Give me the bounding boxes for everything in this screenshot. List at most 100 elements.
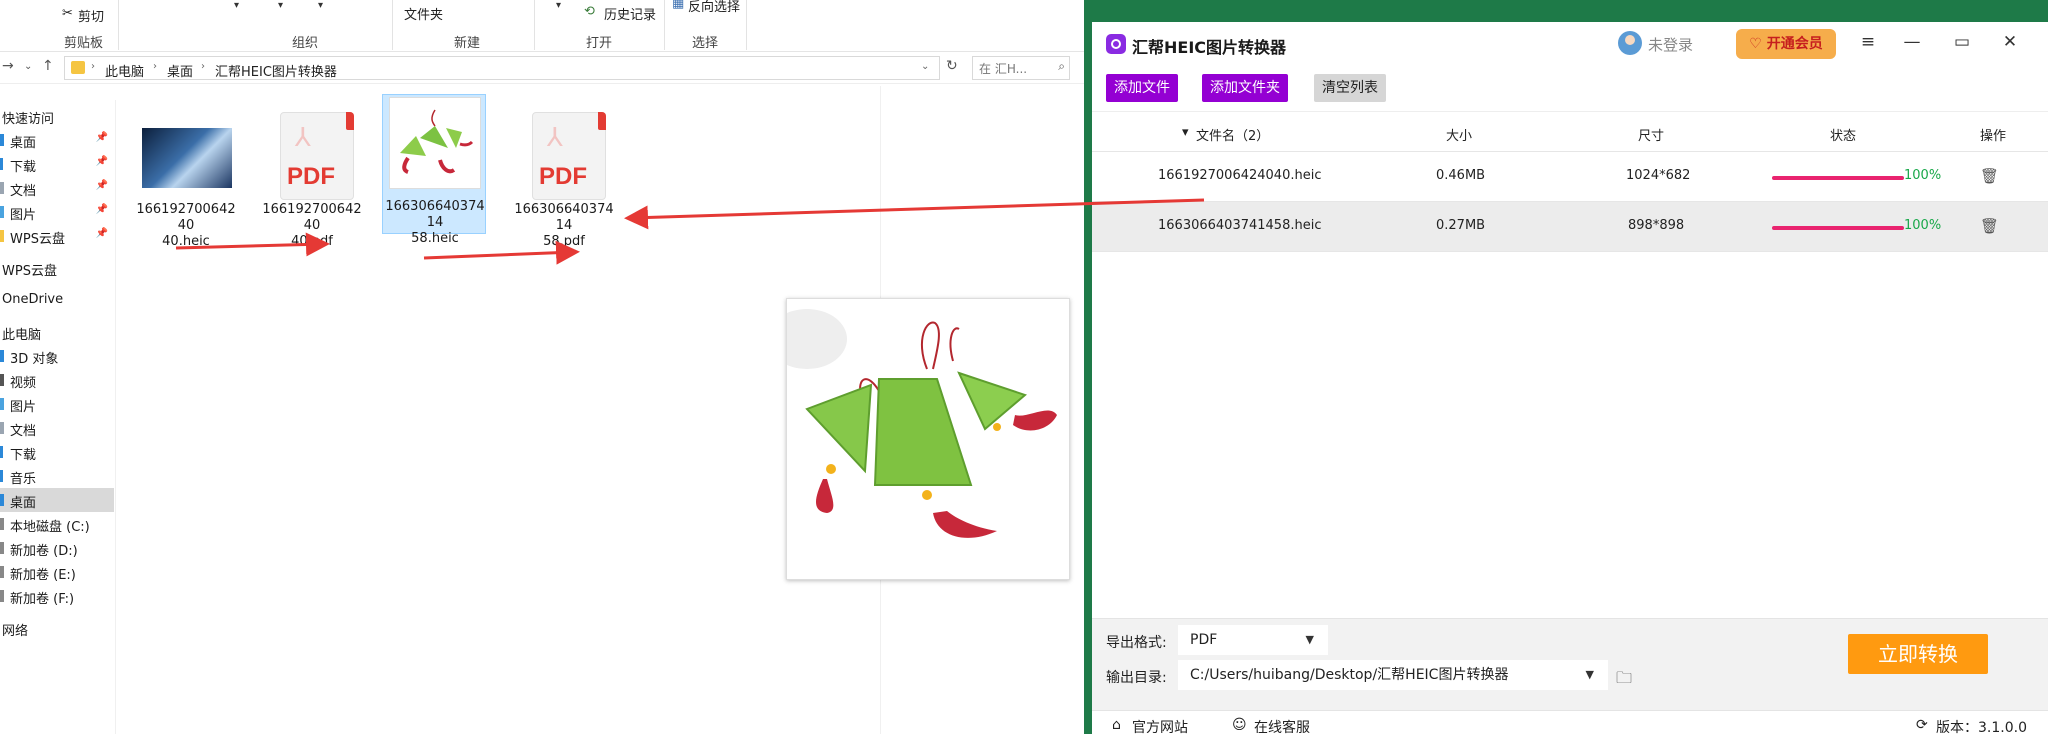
pin-icon[interactable]: 📌 — [96, 180, 108, 191]
forward-arrow-icon[interactable]: → — [2, 58, 14, 74]
nav-item-documents-pc[interactable]: 文档 — [0, 416, 114, 440]
clear-list-button[interactable]: 清空列表 — [1314, 74, 1386, 102]
nav-item-documents[interactable]: 文档 📌 — [0, 176, 114, 200]
chevron-down-icon[interactable]: ▾ — [234, 0, 239, 11]
table-row[interactable]: 1663066403741458.heic 0.27MB 898*898 100… — [1092, 202, 2048, 252]
chevron-right-icon[interactable]: › — [91, 61, 95, 72]
nav-item-desktop-pc[interactable]: 桌面 — [0, 488, 114, 512]
nav-item-drive-c[interactable]: 本地磁盘 (C:) — [0, 512, 114, 536]
maximize-icon[interactable]: ▭ — [1950, 32, 1974, 52]
ribbon-divider — [534, 0, 535, 50]
refresh-icon[interactable]: ↻ — [946, 58, 958, 74]
breadcrumb-folder[interactable]: 汇帮HEIC图片转换器 — [215, 61, 337, 80]
nav-label: 下载 — [10, 448, 37, 463]
sort-icon[interactable]: ▾ — [1182, 125, 1189, 140]
close-icon[interactable]: ✕ — [1998, 32, 2022, 52]
invert-select-button[interactable]: 反向选择 — [688, 0, 740, 15]
user-avatar-icon[interactable] — [1618, 31, 1642, 55]
new-folder-button[interactable]: 文件夹 — [404, 4, 443, 23]
vip-button[interactable]: ♡ 开通会员 — [1736, 29, 1836, 59]
progress-bar — [1772, 176, 1904, 180]
nav-item-pictures-pc[interactable]: 图片 — [0, 392, 114, 416]
nav-label: 下载 — [10, 160, 37, 175]
nav-this-pc[interactable]: 此电脑 — [0, 320, 114, 344]
nav-item-downloads-pc[interactable]: 下载 — [0, 440, 114, 464]
table-row[interactable]: 1661927006424040.heic 0.46MB 1024*682 10… — [1092, 152, 2048, 202]
nav-item-desktop[interactable]: 桌面 📌 — [0, 128, 114, 152]
pin-icon[interactable]: 📌 — [96, 156, 108, 167]
export-format-select[interactable]: PDF ▼ — [1178, 625, 1328, 655]
ribbon-divider — [664, 0, 665, 50]
export-format-label: 导出格式: — [1106, 635, 1167, 651]
minimize-icon[interactable]: — — [1900, 32, 1924, 52]
delete-icon[interactable]: 🗑 — [1980, 167, 1999, 185]
nav-label: 3D 对象 — [10, 352, 59, 367]
nav-wps-cloud[interactable]: WPS云盘 — [0, 256, 114, 280]
chevron-down-icon[interactable]: ⌄ — [921, 61, 929, 72]
progress-bar — [1772, 226, 1904, 230]
file-item-pdf-2[interactable]: ⅄ PDF 16630664037414 58.pdf — [512, 98, 616, 249]
add-folder-button[interactable]: 添加文件夹 — [1202, 74, 1288, 102]
desktop-icon — [0, 494, 4, 506]
pin-icon[interactable]: 📌 — [96, 228, 108, 239]
chevron-right-icon[interactable]: › — [201, 61, 205, 72]
address-box[interactable]: › 此电脑 › 桌面 › 汇帮HEIC图片转换器 ⌄ — [64, 56, 940, 80]
chevron-right-icon[interactable]: › — [153, 61, 157, 72]
nav-item-drive-d[interactable]: 新加卷 (D:) — [0, 536, 114, 560]
breadcrumb-desktop[interactable]: 桌面 — [167, 61, 193, 80]
file-item-heic-2[interactable]: 16630664037414 58.heic — [382, 94, 486, 246]
converter-app-window: 汇帮HEIC图片转换器 未登录 ♡ 开通会员 ≡ — ▭ ✕ 添加文件 添加文件… — [1092, 22, 2048, 734]
nav-item-pictures[interactable]: 图片 📌 — [0, 200, 114, 224]
history-button[interactable]: 历史记录 — [604, 4, 656, 23]
chevron-down-icon[interactable]: ▾ — [278, 0, 283, 11]
convert-button[interactable]: 立即转换 — [1848, 634, 1988, 674]
nav-item-music[interactable]: 音乐 — [0, 464, 114, 488]
ribbon: ✂ 剪切 剪贴板 ▾ ▾ ▾ 组织 文件夹 新建 ▾ ⟲ 历史记录 打开 ▦ 反… — [0, 0, 1084, 52]
pin-icon[interactable]: 📌 — [96, 132, 108, 143]
music-icon — [0, 470, 3, 482]
online-service-link[interactable]: 在线客服 — [1254, 717, 1310, 734]
column-dimensions: 尺寸 — [1638, 129, 1665, 144]
add-file-button[interactable]: 添加文件 — [1106, 74, 1178, 102]
document-icon — [0, 422, 4, 434]
nav-item-wps-cloud[interactable]: WPS云盘 📌 — [0, 224, 114, 248]
nav-onedrive[interactable]: OneDrive — [0, 288, 114, 312]
nav-quick-access[interactable]: 快速访问 — [0, 104, 114, 128]
nav-label: WPS云盘 — [10, 232, 65, 247]
column-status: 状态 — [1830, 129, 1857, 144]
folder-icon — [0, 230, 4, 242]
cell-dimensions: 898*898 — [1628, 218, 1685, 233]
breadcrumb-this-pc[interactable]: 此电脑 — [105, 61, 144, 80]
menu-icon[interactable]: ≡ — [1856, 32, 1880, 52]
nav-label: OneDrive — [2, 292, 64, 307]
file-item-heic-1[interactable]: 16619270064240 40.heic — [134, 98, 238, 249]
chevron-down-icon[interactable]: ▾ — [318, 0, 323, 11]
chevron-down-icon[interactable]: ▾ — [556, 0, 561, 11]
nav-item-3d-objects[interactable]: 3D 对象 — [0, 344, 114, 368]
official-site-link[interactable]: 官方网站 — [1132, 717, 1188, 734]
chevron-down-icon[interactable]: ⌄ — [24, 61, 32, 72]
nav-item-downloads[interactable]: 下载 📌 — [0, 152, 114, 176]
login-link[interactable]: 未登录 — [1648, 34, 1693, 55]
nav-item-videos[interactable]: 视频 — [0, 368, 114, 392]
download-icon — [0, 446, 3, 458]
pdf-corner — [598, 112, 606, 130]
ribbon-divider — [118, 0, 119, 50]
folder-open-icon[interactable]: 🗀 — [1616, 667, 1632, 694]
file-item-pdf-1[interactable]: ⅄ PDF 16619270064240 40.pdf — [260, 98, 364, 249]
nav-label: 桌面 — [10, 136, 37, 151]
delete-icon[interactable]: 🗑 — [1980, 217, 1999, 235]
address-bar: → ⌄ ↑ › 此电脑 › 桌面 › 汇帮HEIC图片转换器 ⌄ ↻ 在 汇H.… — [0, 52, 1084, 84]
column-filename[interactable]: 文件名（2） — [1196, 125, 1269, 144]
output-dir-select[interactable]: C:/Users/huibang/Desktop/汇帮HEIC图片转换器 ▼ — [1178, 660, 1608, 690]
chevron-down-icon: ▼ — [1305, 633, 1314, 646]
up-arrow-icon[interactable]: ↑ — [42, 58, 54, 74]
pin-icon[interactable]: 📌 — [96, 204, 108, 215]
nav-item-drive-e[interactable]: 新加卷 (E:) — [0, 560, 114, 584]
document-icon — [0, 182, 4, 194]
nav-item-drive-f[interactable]: 新加卷 (F:) — [0, 584, 114, 608]
nav-label: 图片 — [10, 208, 37, 223]
nav-network[interactable]: 网络 — [0, 616, 114, 640]
cut-button[interactable]: 剪切 — [78, 6, 104, 25]
search-input[interactable]: 在 汇H... ⌕ — [972, 56, 1070, 80]
